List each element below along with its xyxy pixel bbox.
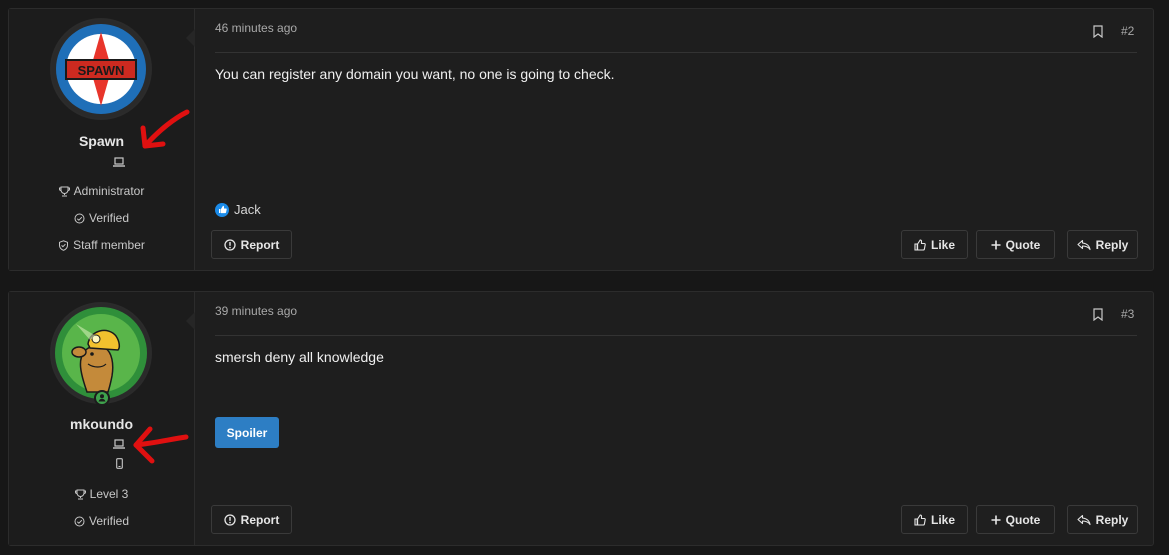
reaction-users[interactable]: Jack	[234, 202, 261, 217]
post-body: smersh deny all knowledge	[215, 349, 384, 365]
like-reaction-icon	[215, 202, 229, 217]
laptop-icon	[113, 157, 125, 167]
reply-button[interactable]: Reply	[1067, 505, 1138, 534]
like-label: Like	[930, 512, 955, 527]
report-button[interactable]: Report	[211, 230, 292, 259]
reply-label: Reply	[1095, 237, 1129, 252]
avatar[interactable]	[50, 302, 152, 404]
credential-label: Verified	[88, 514, 130, 528]
reactions-bar[interactable]: Jack	[215, 202, 261, 217]
exclamation-circle-icon	[224, 513, 236, 526]
like-label: Like	[930, 237, 955, 252]
user-title-administrator: Administrator	[9, 184, 194, 198]
like-button[interactable]: Like	[901, 230, 968, 259]
reply-button[interactable]: Reply	[1067, 230, 1138, 259]
report-label: Report	[240, 512, 280, 527]
user-staff-member: Staff member	[9, 238, 194, 252]
post-number[interactable]: #2	[1121, 24, 1134, 38]
user-verified: Verified	[9, 514, 194, 528]
message-arrow	[186, 312, 195, 330]
reply-icon	[1077, 239, 1091, 250]
header-divider	[215, 52, 1137, 53]
exclamation-circle-icon	[224, 238, 236, 251]
credential-label: Verified	[88, 211, 130, 225]
quote-label: Quote	[1005, 237, 1041, 252]
plus-icon	[991, 240, 1001, 249]
annotation-arrow-icon	[133, 426, 189, 464]
bookmark-icon[interactable]	[1093, 308, 1103, 321]
spoiler-button[interactable]: Spoiler	[215, 417, 279, 448]
laptop-icon	[113, 439, 125, 449]
credential-label: Level 3	[89, 487, 129, 501]
trophy-icon	[74, 489, 86, 500]
like-button[interactable]: Like	[901, 505, 968, 534]
post-body: You can register any domain you want, no…	[215, 66, 615, 82]
user-verified: Verified	[9, 211, 194, 225]
bookmark-icon[interactable]	[1093, 25, 1103, 38]
quote-button[interactable]: Quote	[976, 505, 1055, 534]
user-title-level: Level 3	[9, 487, 194, 501]
message-arrow	[186, 29, 195, 47]
thumbs-up-icon	[914, 513, 926, 526]
avatar-logo-text: SPAWN	[78, 63, 125, 78]
post-time[interactable]: 39 minutes ago	[215, 304, 297, 318]
report-label: Report	[240, 237, 280, 252]
thumbs-up-icon	[914, 238, 926, 251]
reply-label: Reply	[1095, 512, 1129, 527]
annotation-arrow-icon	[140, 109, 190, 149]
online-status-icon	[94, 390, 110, 406]
check-circle-icon	[74, 516, 85, 527]
quote-label: Quote	[1005, 512, 1041, 527]
credential-label: Administrator	[73, 184, 145, 198]
report-button[interactable]: Report	[211, 505, 292, 534]
post-time[interactable]: 46 minutes ago	[215, 21, 297, 35]
post-number[interactable]: #3	[1121, 307, 1134, 321]
reply-icon	[1077, 514, 1091, 525]
trophy-icon	[58, 186, 70, 197]
post-3: mkoundo Level 3 Verified 39 minutes ago …	[8, 291, 1154, 546]
quote-button[interactable]: Quote	[976, 230, 1055, 259]
credential-label: Staff member	[73, 238, 145, 252]
plus-icon	[991, 515, 1001, 524]
shield-icon	[59, 240, 69, 251]
mobile-icon	[116, 458, 123, 469]
check-circle-icon	[74, 213, 85, 224]
header-divider	[215, 335, 1137, 336]
user-info-panel: mkoundo Level 3 Verified	[9, 292, 195, 545]
